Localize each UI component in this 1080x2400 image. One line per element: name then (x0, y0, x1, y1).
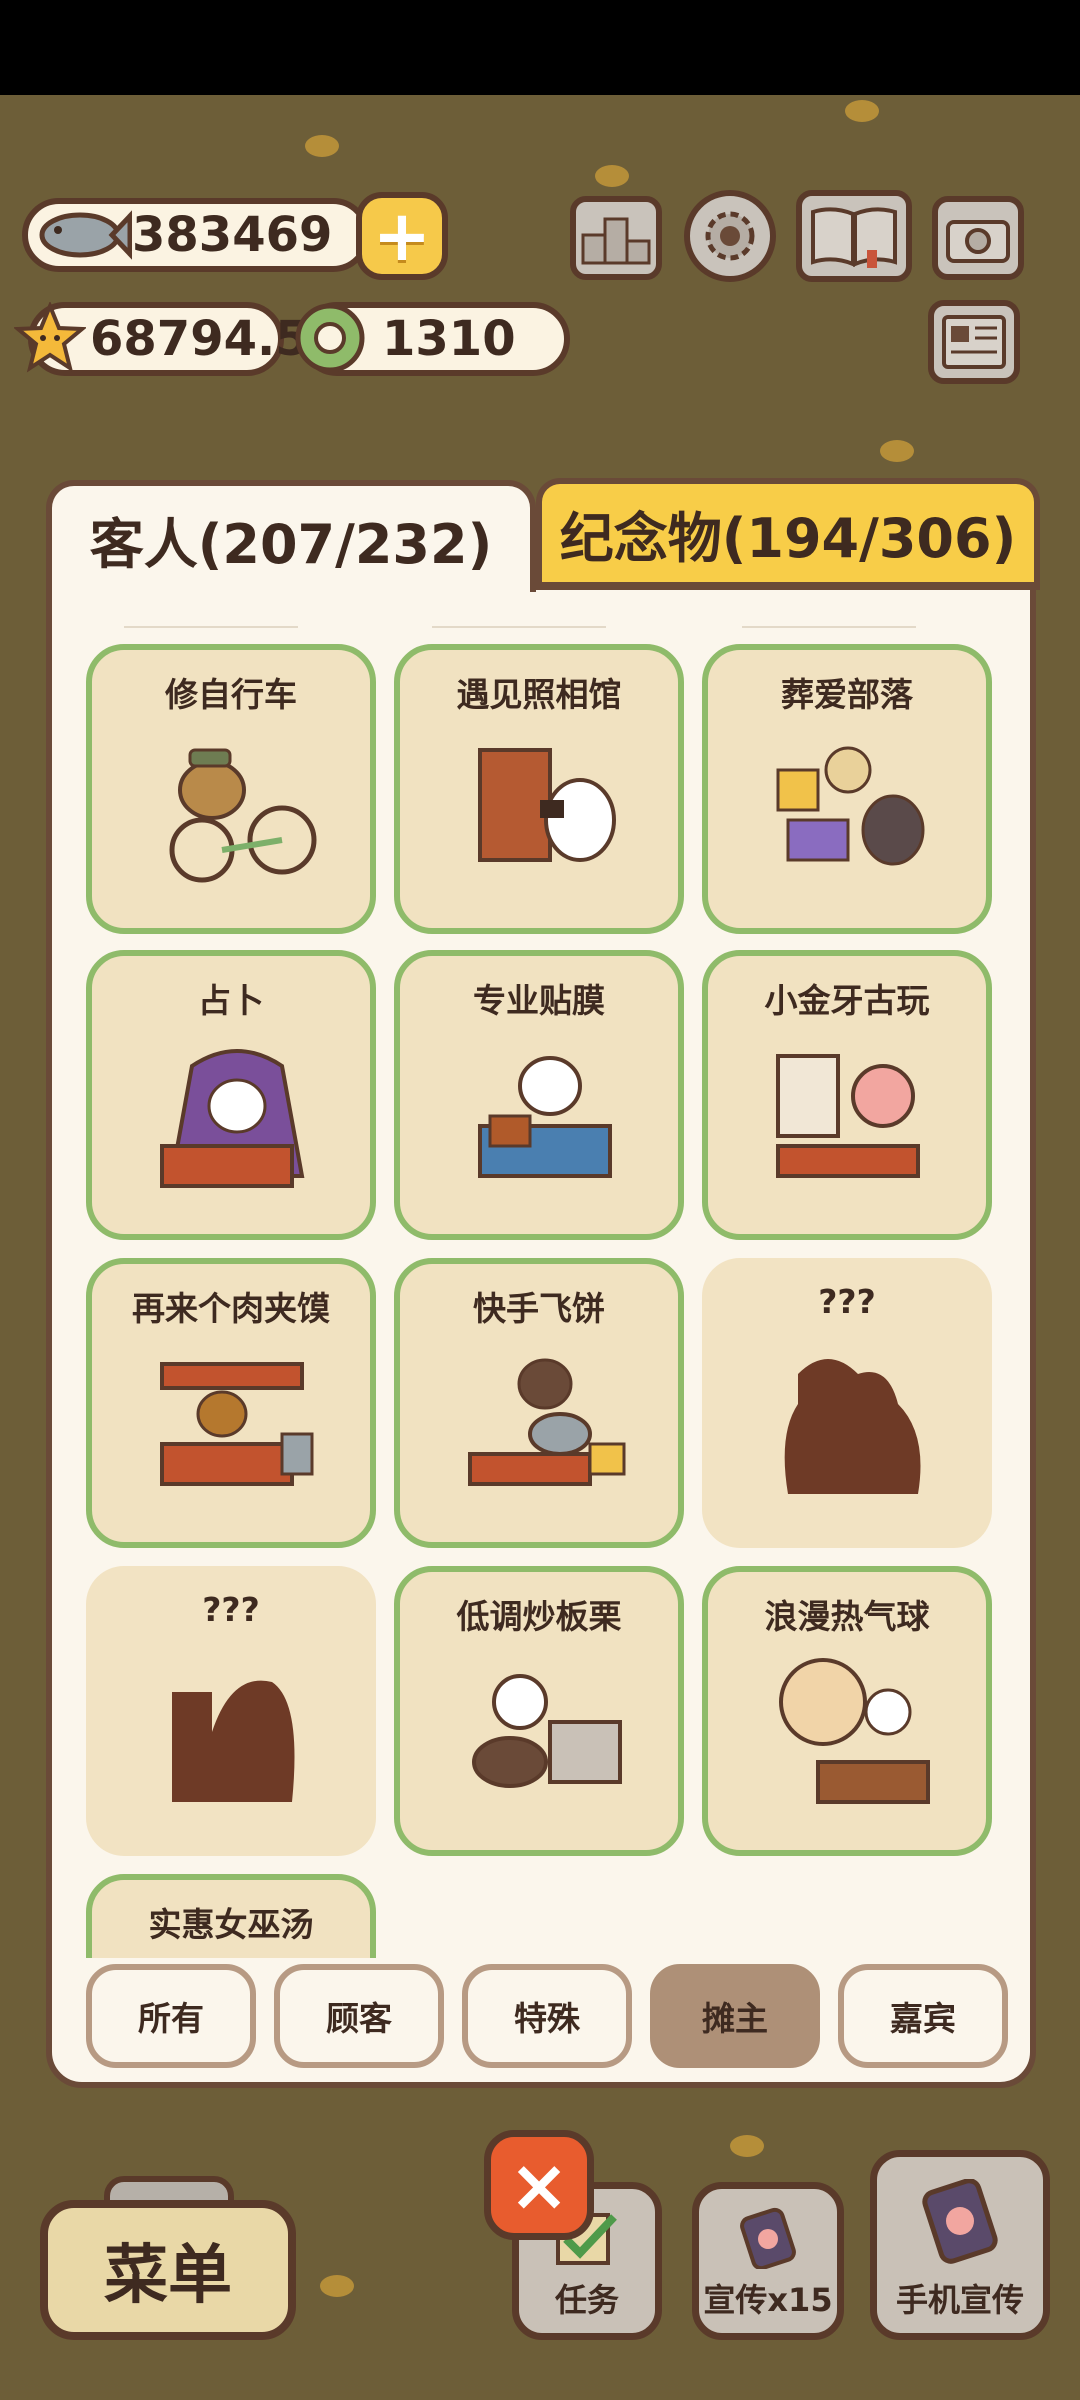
camera-icon (946, 220, 1010, 263)
plus-icon: + (372, 195, 432, 277)
guest-card-title: 再来个肉夹馍 (132, 1289, 330, 1328)
newspaper-button[interactable] (928, 300, 1020, 384)
chestnut-stall-illustration (472, 1674, 622, 1788)
leaf-decoration (880, 440, 914, 462)
guest-card[interactable]: 实惠女巫汤 (86, 1874, 376, 1958)
guest-card[interactable]: 小金牙古玩 (702, 950, 992, 1240)
star-icon (14, 302, 86, 373)
antique-shop-illustration (776, 1054, 920, 1178)
leaf-decoration (320, 2275, 354, 2297)
gear-icon (705, 211, 755, 261)
guest-card-grid: 修自行车 遇见照相馆 葬爱部落 占卜 专业贴膜 小金牙古玩 再来个肉夹馍 快手飞… (70, 640, 1010, 1958)
star-amount: 68794.5 (90, 311, 309, 367)
tab-guests[interactable]: 客人(207/232) (46, 480, 536, 592)
guest-card-title: 低调炒板栗 (456, 1597, 622, 1636)
guest-card-title: 小金牙古玩 (764, 981, 930, 1020)
promote-button[interactable]: 宣传x15 (692, 2182, 844, 2340)
close-button[interactable]: × (484, 2130, 594, 2240)
book-icon (811, 207, 897, 268)
guest-card[interactable]: 葬爱部落 (702, 644, 992, 934)
phone-promote-label: 手机宣传 (895, 2281, 1024, 2319)
guest-card-locked[interactable]: ??? (702, 1258, 992, 1548)
coin-icon (295, 303, 365, 373)
guest-card[interactable]: 修自行车 (86, 644, 376, 934)
guest-card[interactable]: 遇见照相馆 (394, 644, 684, 934)
fish-icon (39, 210, 132, 260)
tasks-label: 任务 (554, 2281, 619, 2319)
filter-vendors-button[interactable]: 摊主 (650, 1964, 820, 2068)
guest-card-title: 遇见照相馆 (456, 675, 622, 714)
guest-card-title: ??? (818, 1282, 876, 1321)
ranking-button[interactable] (570, 196, 662, 280)
guest-card-title: 占卜 (198, 981, 264, 1020)
menu-button[interactable]: 菜单 (40, 2200, 296, 2340)
guest-card-title: 浪漫热气球 (764, 1597, 930, 1636)
guest-card[interactable]: 再来个肉夹馍 (86, 1258, 376, 1548)
newspaper-icon (942, 315, 1006, 369)
guest-card-locked[interactable]: ??? (86, 1566, 376, 1856)
guest-card-title: 修自行车 (165, 675, 297, 714)
close-icon: × (508, 2143, 570, 2227)
phone-icon (922, 2179, 998, 2264)
leaf-decoration (305, 135, 339, 157)
leaf-decoration (730, 2135, 764, 2157)
tab-souvenirs[interactable]: 纪念物(194/306) (536, 478, 1040, 590)
guidebook-button[interactable] (796, 190, 912, 282)
locked-silhouette (784, 1359, 921, 1494)
podium-icon (581, 217, 651, 265)
status-bar (0, 0, 1080, 95)
guest-card-title: 快手飞饼 (473, 1289, 605, 1328)
phone-ad-icon (740, 2207, 796, 2269)
photo-studio-illustration (478, 748, 616, 862)
settings-button[interactable] (684, 190, 776, 282)
section-divider (0, 626, 1080, 628)
filter-customers-button[interactable]: 顾客 (274, 1964, 444, 2068)
leaf-decoration (595, 165, 629, 187)
clothing-stall-illustration (776, 746, 925, 866)
filter-all-button[interactable]: 所有 (86, 1964, 256, 2068)
phone-promote-button[interactable]: 手机宣传 (870, 2150, 1050, 2340)
locked-silhouette (172, 1680, 295, 1802)
screen-protector-illustration (478, 1056, 612, 1178)
guest-card-title: 专业贴膜 (473, 981, 605, 1020)
bicycle-repair-illustration (169, 748, 317, 883)
guest-card[interactable]: 快手飞饼 (394, 1258, 684, 1548)
filter-guests-button[interactable]: 嘉宾 (838, 1964, 1008, 2068)
filter-bar: 所有 顾客 特殊 摊主 嘉宾 (0, 1964, 1080, 2068)
fish-currency-pill: 383469 (22, 198, 370, 272)
guest-card[interactable]: 低调炒板栗 (394, 1566, 684, 1856)
leaf-decoration (845, 100, 879, 122)
flatbread-stall-illustration (468, 1358, 626, 1486)
filter-special-button[interactable]: 特殊 (462, 1964, 632, 2068)
fortune-teller-illustration (160, 1049, 305, 1188)
camera-button[interactable] (932, 196, 1024, 280)
promote-label: 宣传x15 (703, 2281, 833, 2319)
fish-amount: 383469 (132, 207, 333, 263)
guest-card[interactable]: 专业贴膜 (394, 950, 684, 1240)
food-cart-illustration (160, 1362, 314, 1486)
hot-air-balloon-illustration (779, 1658, 930, 1804)
coin-amount: 1310 (382, 311, 516, 367)
guest-card-title: 实惠女巫汤 (148, 1905, 314, 1944)
add-currency-button[interactable]: + (356, 192, 448, 280)
guest-card-title: ??? (202, 1590, 260, 1629)
guest-card[interactable]: 浪漫热气球 (702, 1566, 992, 1856)
guest-card[interactable]: 占卜 (86, 950, 376, 1240)
guest-card-title: 葬爱部落 (781, 675, 913, 714)
